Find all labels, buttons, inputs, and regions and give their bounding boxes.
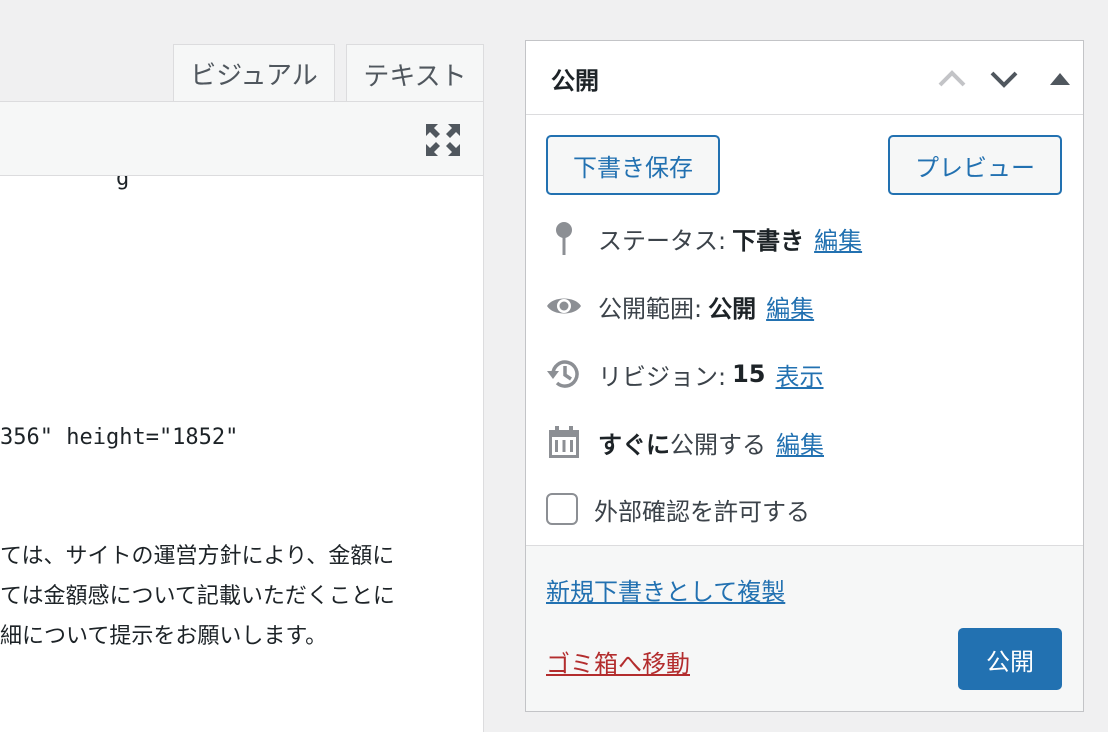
publish-box-title: 公開 bbox=[551, 67, 599, 95]
editor-line: ては、サイトの運営方針により、金額に bbox=[0, 544, 395, 569]
publish-box-header: 公開 bbox=[526, 41, 1083, 115]
publish-box: 公開 下書き保存 プレビュー ステータス: 下書き 編集 公開範囲: 公開 編集… bbox=[525, 40, 1084, 712]
save-draft-button[interactable]: 下書き保存 bbox=[546, 135, 720, 195]
collapse-toggle-icon[interactable] bbox=[1044, 63, 1076, 95]
visibility-row: 公開範囲: 公開 編集 bbox=[546, 286, 814, 326]
revisions-row: リビジョン: 15 表示 bbox=[546, 354, 824, 394]
status-row: ステータス: 下書き 編集 bbox=[546, 218, 862, 258]
move-to-trash-link[interactable]: ゴミ箱へ移動 bbox=[546, 644, 690, 679]
move-up-icon[interactable] bbox=[936, 63, 968, 95]
visibility-value: 公開 bbox=[708, 294, 757, 323]
editor-toolbar bbox=[0, 101, 484, 176]
editor-line: 細について提示をお願いします。 bbox=[0, 624, 328, 649]
revisions-browse-link[interactable]: 表示 bbox=[776, 357, 824, 392]
clipped-text-fragment: g bbox=[116, 176, 130, 191]
revisions-count: 15 bbox=[732, 360, 766, 388]
tab-visual[interactable]: ビジュアル bbox=[173, 44, 335, 102]
status-edit-link[interactable]: 編集 bbox=[814, 221, 862, 256]
eye-icon bbox=[546, 288, 582, 324]
editor-textarea[interactable]: g 356" height="1852" ては、サイトの運営方針により、金額に … bbox=[0, 176, 484, 732]
status-value: 下書き bbox=[732, 226, 805, 255]
editor-tabs: ビジュアル テキスト bbox=[0, 0, 484, 104]
publish-box-footer: 新規下書きとして複製 ゴミ箱へ移動 公開 bbox=[526, 545, 1083, 711]
calendar-icon bbox=[546, 424, 582, 460]
pin-icon bbox=[546, 220, 582, 256]
schedule-value: すぐに bbox=[598, 430, 670, 459]
status-label: ステータス: bbox=[598, 226, 727, 255]
revisions-label: リビジョン: bbox=[598, 362, 727, 391]
schedule-label: 公開する bbox=[670, 430, 766, 459]
tab-text[interactable]: テキスト bbox=[346, 44, 484, 104]
editor-line: 356" height="1852" bbox=[0, 425, 239, 450]
allow-preview-checkbox[interactable] bbox=[546, 493, 578, 525]
history-icon bbox=[546, 356, 582, 392]
allow-preview-label[interactable]: 外部確認を許可する bbox=[594, 492, 810, 527]
schedule-edit-link[interactable]: 編集 bbox=[776, 425, 824, 460]
duplicate-draft-link[interactable]: 新規下書きとして複製 bbox=[546, 572, 785, 607]
move-down-icon[interactable] bbox=[988, 63, 1020, 95]
preview-button[interactable]: プレビュー bbox=[888, 135, 1062, 195]
visibility-label: 公開範囲: bbox=[598, 294, 703, 323]
editor-line: ては金額感について記載いただくことに bbox=[0, 584, 395, 609]
visibility-edit-link[interactable]: 編集 bbox=[766, 289, 814, 324]
fullscreen-icon[interactable] bbox=[426, 124, 460, 156]
allow-preview-row: 外部確認を許可する bbox=[546, 489, 810, 529]
publish-button[interactable]: 公開 bbox=[958, 628, 1062, 690]
schedule-row: すぐに 公開する 編集 bbox=[546, 422, 824, 462]
